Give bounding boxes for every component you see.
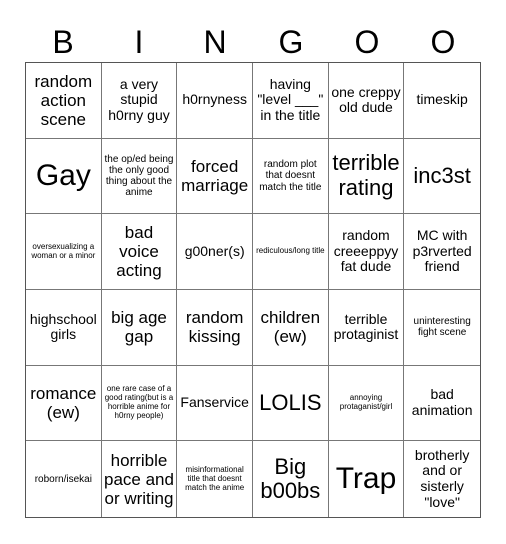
bingo-cell[interactable]: annoying protaganist/girl bbox=[328, 365, 405, 442]
bingo-cell[interactable]: h0rnyness bbox=[177, 63, 253, 139]
bingo-cell-text: terrible rating bbox=[332, 150, 400, 200]
bingo-cell[interactable]: a very stupid h0rny guy bbox=[101, 63, 178, 139]
bingo-cell-text: random plot that doesnt match the title bbox=[259, 159, 322, 193]
bingo-cell[interactable]: terrible rating bbox=[328, 138, 405, 215]
bingo-cell-text: one creppy old dude bbox=[331, 83, 401, 116]
bingo-cell-text: Trap bbox=[335, 462, 397, 496]
bingo-cell[interactable]: children (ew) bbox=[252, 289, 329, 366]
bingo-cell[interactable]: roborn/isekai bbox=[26, 441, 102, 517]
bingo-cell[interactable]: forced marriage bbox=[177, 138, 253, 215]
bingo-cell[interactable]: uninteresting fight scene bbox=[404, 290, 480, 366]
bingo-cell[interactable]: brotherly and or sisterly "love" bbox=[404, 441, 480, 517]
bingo-cell-text: LOLIS bbox=[259, 389, 322, 415]
bingo-cell[interactable]: big age gap bbox=[101, 289, 178, 366]
header-letter-b: B bbox=[52, 24, 74, 60]
header-letter-o1: O bbox=[354, 24, 380, 60]
bingo-cell-text: misinformational title that doesnt match… bbox=[185, 464, 245, 492]
bingo-cell[interactable]: horrible pace and or writing bbox=[102, 441, 178, 517]
bingo-cell[interactable]: one creppy old dude bbox=[328, 63, 405, 139]
bingo-cell-text: big age gap bbox=[111, 308, 167, 347]
header-letter-n: N bbox=[203, 24, 227, 60]
bingo-cell[interactable]: timeskip bbox=[404, 63, 480, 139]
bingo-cell-text: horrible pace and or writing bbox=[104, 450, 174, 508]
bingo-cell-text: h0rnyness bbox=[182, 91, 247, 108]
bingo-header: B I N G O O bbox=[25, 22, 481, 62]
bingo-cell-text: bad animation bbox=[411, 386, 473, 418]
bingo-cell-text: one rare case of a good rating(but is a … bbox=[104, 384, 174, 420]
bingo-grid: random action scene a very stupid h0rny g… bbox=[25, 62, 481, 518]
bingo-cell[interactable]: having "level ___" in the title bbox=[252, 63, 329, 139]
bingo-cell[interactable]: random kissing bbox=[177, 289, 253, 366]
bingo-cell[interactable]: inc3st bbox=[404, 139, 480, 215]
bingo-cell-text: highschool girls bbox=[29, 310, 97, 343]
bingo-cell-text: oversexualizing a woman or a minor bbox=[31, 241, 96, 260]
bingo-cell-text: Fanservice bbox=[180, 394, 249, 411]
bingo-cell[interactable]: Fanservice bbox=[177, 365, 253, 442]
bingo-cell-text: g00ner(s) bbox=[184, 242, 245, 259]
bingo-cell-text: random kissing bbox=[185, 308, 244, 347]
bingo-cell[interactable]: LOLIS bbox=[252, 365, 329, 442]
bingo-cell-text: the op/ed being the only good thing abou… bbox=[104, 153, 174, 199]
bingo-cell[interactable]: rediculous/long title bbox=[252, 214, 329, 290]
bingo-cell[interactable]: Trap bbox=[329, 441, 405, 517]
bingo-cell-text: having "level ___" in the title bbox=[257, 75, 324, 124]
bingo-cell-text: uninteresting fight scene bbox=[413, 316, 471, 339]
bingo-cell-text: Big b00bs bbox=[260, 453, 321, 504]
bingo-cell[interactable]: misinformational title that doesnt match… bbox=[177, 441, 253, 517]
bingo-cell-text: rediculous/long title bbox=[256, 246, 325, 256]
bingo-cell[interactable]: random plot that doesnt match the title bbox=[252, 138, 329, 215]
bingo-cell[interactable]: bad voice acting bbox=[101, 214, 178, 290]
bingo-cell[interactable]: Gay bbox=[26, 138, 102, 215]
bingo-cell-text: random action scene bbox=[34, 71, 93, 129]
bingo-cell[interactable]: bad animation bbox=[404, 366, 480, 442]
bingo-cell[interactable]: romance (ew) bbox=[26, 365, 102, 442]
bingo-cell-text: Gay bbox=[35, 159, 91, 193]
bingo-cell-text: a very stupid h0rny guy bbox=[108, 75, 170, 124]
bingo-cell[interactable]: random creeeppyy fat dude bbox=[328, 214, 405, 290]
bingo-cell[interactable]: Big b00bs bbox=[253, 441, 329, 517]
bingo-cell-text: roborn/isekai bbox=[34, 473, 92, 485]
bingo-cell[interactable]: g00ner(s) bbox=[177, 214, 253, 290]
bingo-cell-text: annoying protaganist/girl bbox=[339, 393, 393, 411]
bingo-cell-text: terrible protaginist bbox=[333, 310, 399, 343]
bingo-cell-text: inc3st bbox=[413, 162, 471, 188]
bingo-cell-text: forced marriage bbox=[181, 156, 249, 195]
bingo-cell[interactable]: one rare case of a good rating(but is a … bbox=[101, 365, 178, 442]
bingo-cell-text: MC with p3rverted friend bbox=[412, 227, 472, 275]
bingo-cell-text: children (ew) bbox=[260, 308, 321, 347]
bingo-cell[interactable]: the op/ed being the only good thing abou… bbox=[101, 138, 178, 215]
bingo-cell[interactable]: MC with p3rverted friend bbox=[404, 214, 480, 290]
bingo-cell-text: romance (ew) bbox=[30, 383, 97, 422]
bingo-cell[interactable]: oversexualizing a woman or a minor bbox=[26, 214, 102, 290]
bingo-cell-text: random creeeppyy fat dude bbox=[333, 227, 399, 275]
bingo-cell[interactable]: terrible protaginist bbox=[328, 289, 405, 366]
bingo-cell-text: brotherly and or sisterly "love" bbox=[414, 446, 470, 510]
bingo-cell[interactable]: random action scene bbox=[26, 63, 102, 139]
header-letter-g: G bbox=[278, 24, 304, 60]
bingo-cell-text: timeskip bbox=[416, 91, 468, 108]
bingo-cell[interactable]: highschool girls bbox=[26, 289, 102, 366]
bingo-cell-text: bad voice acting bbox=[116, 223, 162, 281]
header-letter-i: I bbox=[134, 24, 144, 60]
header-letter-o2: O bbox=[430, 24, 456, 60]
